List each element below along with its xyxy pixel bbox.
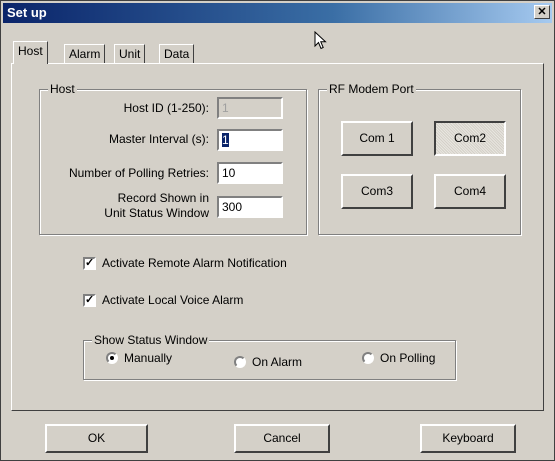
show-status-window-group: Show Status Window Manually On Alarm On … xyxy=(83,333,456,380)
record-shown-label-line2: Unit Status Window xyxy=(104,206,209,220)
master-interval-value: 1 xyxy=(222,133,229,147)
ok-button[interactable]: OK xyxy=(45,424,148,453)
record-shown-label-line1: Record Shown in xyxy=(117,191,209,205)
check-icon: ✓ xyxy=(85,257,95,269)
polling-retries-label: Number of Polling Retries: xyxy=(68,166,209,180)
check-icon: ✓ xyxy=(85,294,95,306)
tab-alarm[interactable]: Alarm xyxy=(64,44,106,63)
com3-button[interactable]: Com3 xyxy=(341,174,413,209)
host-group: Host Host ID (1-250): 1 Master Interval … xyxy=(39,82,307,235)
keyboard-button[interactable]: Keyboard xyxy=(420,424,516,453)
radio-on-alarm[interactable] xyxy=(234,356,246,368)
local-voice-label[interactable]: Activate Local Voice Alarm xyxy=(102,293,243,307)
rf-modem-port-group: RF Modem Port Com 1 Com2 Com3 Com4 xyxy=(318,82,521,235)
radio-manually-label[interactable]: Manually xyxy=(124,351,172,365)
com1-button[interactable]: Com 1 xyxy=(341,121,413,156)
polling-retries-input[interactable]: 10 xyxy=(217,162,283,184)
com4-button[interactable]: Com4 xyxy=(434,174,506,209)
host-id-label: Host ID (1-250): xyxy=(123,101,209,115)
radio-selected-dot xyxy=(110,356,114,360)
tab-data[interactable]: Data xyxy=(159,44,195,63)
setup-dialog: Set up ✕ Host Alarm Unit Data Host Host … xyxy=(0,0,555,461)
host-group-legend: Host xyxy=(48,82,77,96)
tab-panel-host: Host Host ID (1-250): 1 Master Interval … xyxy=(11,63,544,411)
mouse-pointer-icon xyxy=(314,31,327,50)
master-interval-label: Master Interval (s): xyxy=(108,132,209,146)
cancel-button[interactable]: Cancel xyxy=(234,424,330,453)
tab-host[interactable]: Host xyxy=(13,41,48,64)
radio-on-polling[interactable] xyxy=(362,352,374,364)
radio-manually[interactable] xyxy=(106,352,118,364)
host-id-input[interactable]: 1 xyxy=(217,97,283,119)
title-bar[interactable]: Set up ✕ xyxy=(3,3,552,23)
com2-button[interactable]: Com2 xyxy=(434,121,506,156)
radio-on-polling-label[interactable]: On Polling xyxy=(380,351,435,365)
record-shown-input[interactable]: 300 xyxy=(217,196,283,218)
window-title: Set up xyxy=(7,5,47,20)
rf-modem-port-legend: RF Modem Port xyxy=(327,82,416,96)
tab-unit[interactable]: Unit xyxy=(114,44,146,63)
close-icon: ✕ xyxy=(537,6,547,18)
remote-alarm-label[interactable]: Activate Remote Alarm Notification xyxy=(102,256,287,270)
show-status-window-legend: Show Status Window xyxy=(92,333,210,347)
local-voice-checkbox[interactable]: ✓ xyxy=(83,294,96,307)
remote-alarm-checkbox[interactable]: ✓ xyxy=(83,257,96,270)
close-button[interactable]: ✕ xyxy=(534,5,550,19)
master-interval-input[interactable]: 1 xyxy=(217,129,283,151)
radio-on-alarm-label[interactable]: On Alarm xyxy=(252,355,302,369)
